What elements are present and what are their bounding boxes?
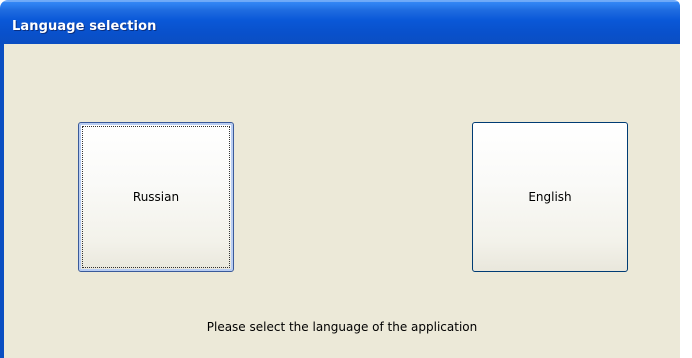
instruction-text: Please select the language of the applic… xyxy=(206,320,478,334)
window-title: Language selection xyxy=(12,19,157,34)
window-edge xyxy=(680,0,692,358)
language-selection-window: Language selection Russian English Pleas… xyxy=(0,0,692,358)
russian-button-label: Russian xyxy=(132,190,180,204)
russian-button[interactable]: Russian xyxy=(78,122,234,272)
dialog-body: Russian English Please select the langua… xyxy=(0,44,680,358)
title-bar[interactable]: Language selection xyxy=(0,0,680,44)
english-button-label: English xyxy=(528,190,572,204)
english-button[interactable]: English xyxy=(472,122,628,272)
